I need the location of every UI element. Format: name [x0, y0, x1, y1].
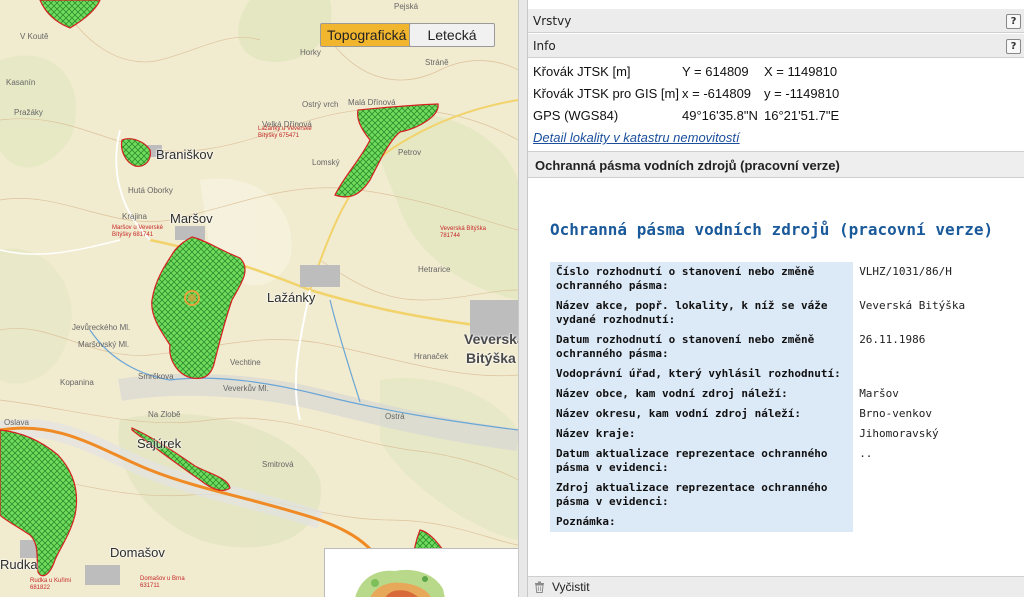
place-label: Rudka [0, 557, 38, 572]
help-icon[interactable]: ? [1006, 14, 1021, 29]
coord-value-a: Y = 614809 [682, 64, 749, 79]
place-label: Domašov [110, 545, 165, 560]
place-label: Vechtine [230, 358, 261, 367]
cadastre-label: Domašov u Brna 631711 [140, 576, 185, 589]
attribute-value: .. [859, 447, 873, 460]
overview-map-image [355, 570, 445, 597]
place-label: Krajina [122, 212, 147, 221]
place-label: Veverská [464, 331, 518, 347]
coord-label: Křovák JTSK pro GIS [m] [533, 86, 679, 101]
place-label: Ostrá [385, 412, 405, 421]
attribute-value: Jihomoravský [859, 427, 939, 440]
place-label: Kopanina [60, 378, 94, 387]
place-label: Hetrarice [418, 265, 451, 274]
place-label: Horky [300, 48, 321, 57]
attribute-value: 26.11.1986 [859, 333, 926, 346]
section-header[interactable]: Ochranná pásma vodních zdrojů (pracovní … [528, 151, 1024, 178]
attribute-key: Datum aktualizace reprezentace ochrannéh… [550, 444, 854, 478]
place-label: Smrčkova [138, 372, 174, 381]
attribute-row: Název obce, kam vodní zdroj náleží: Maršo… [550, 384, 1024, 404]
attribute-key: Název akce, popř. lokality, k níž se váž… [550, 296, 854, 330]
layers-header[interactable]: Vrstvy ? [528, 9, 1024, 33]
attribute-value: VLHZ/1031/86/H [859, 265, 952, 278]
place-label: Hranaček [414, 352, 449, 361]
place-label: Hutá Oborky [128, 186, 173, 195]
attribute-row: Vodoprávní úřad, který vyhlásil rozhodnu… [550, 364, 1024, 384]
place-label: Stráně [425, 58, 449, 67]
coord-value-a: x = -614809 [682, 86, 752, 101]
place-label: Bitýška [466, 350, 516, 366]
tab-aerial[interactable]: Letecká [409, 23, 495, 47]
clear-button-label: Vyčistit [552, 580, 590, 594]
attribute-value: Veverská Bitýška [859, 299, 966, 312]
attribute-row: Název kraje: Jihomoravský [550, 424, 1024, 444]
place-label: Ostrý vrch [302, 100, 339, 109]
coord-label: Křovák JTSK [m] [533, 64, 631, 79]
attribute-table: Číslo rozhodnutí o stanovení nebo změně … [550, 262, 1024, 532]
place-label: Maršovský Ml. [78, 340, 130, 349]
place-label: Lomský [312, 158, 340, 167]
attribute-key: Název obce, kam vodní zdroj náleží: [550, 384, 854, 404]
attribute-row: Datum rozhodnutí o stanovení nebo změně … [550, 330, 1024, 364]
attribute-row: Poznámka: [550, 512, 1024, 532]
panel-splitter[interactable] [518, 0, 528, 597]
attribute-key: Poznámka: [550, 512, 854, 532]
place-label: Lažánky [267, 290, 316, 305]
place-label: Na Zlobě [148, 410, 181, 419]
overview-map[interactable] [324, 548, 518, 597]
info-title: Ochranná pásma vodních zdrojů (pracovní … [550, 220, 994, 239]
place-label: Sajúrek [137, 436, 182, 451]
attribute-value [853, 478, 1024, 512]
place-label: Veverkův Ml. [223, 384, 269, 393]
place-label: V Koutě [20, 32, 49, 41]
attribute-row: Datum aktualizace reprezentace ochrannéh… [550, 444, 1024, 478]
cadastre-label: Maršov u Veverské Bítýšky 681741 [112, 225, 164, 238]
coord-value-a: 49°16'35.8"N [682, 108, 758, 123]
coord-value-b: 16°21'51.7"E [764, 108, 840, 123]
place-label: Pejská [394, 2, 419, 11]
cadastre-detail-link[interactable]: Detail lokality v katastru nemovitostí [533, 130, 740, 145]
place-label: Kasanín [6, 78, 36, 87]
info-header-label: Info [533, 39, 556, 53]
place-label: Oslava [4, 418, 29, 427]
map-view[interactable]: Braniškov Maršov Lažánky Veverská Bitýšk… [0, 0, 518, 597]
cadastre-label: Lažánky u Veverské Bítýšky 675471 [258, 126, 312, 139]
place-label: Maršov [170, 211, 213, 226]
place-label: Petrov [398, 148, 422, 157]
place-label: Pražáky [14, 108, 43, 117]
clear-button[interactable]: Vyčistit [528, 576, 1024, 597]
attribute-key: Název okresu, kam vodní zdroj náleží: [550, 404, 854, 424]
info-header[interactable]: Info ? [528, 34, 1024, 58]
attribute-row: Název okresu, kam vodní zdroj náleží: Brn… [550, 404, 1024, 424]
side-panel: Vrstvy ? Info ? Křovák JTSK [m] Y = 6148… [528, 0, 1024, 597]
coord-value-b: y = -1149810 [764, 86, 840, 101]
attribute-value: Maršov [859, 387, 899, 400]
attribute-key: Název kraje: [550, 424, 854, 444]
attribute-key: Datum rozhodnutí o stanovení nebo změně … [550, 330, 854, 364]
help-icon[interactable]: ? [1006, 39, 1021, 54]
attribute-row: Zdroj aktualizace reprezentace ochrannéh… [550, 478, 1024, 512]
cadastre-label: Rudka u Kuřimi 681822 [30, 578, 72, 591]
attribute-row: Název akce, popř. lokality, k níž se váž… [550, 296, 1024, 330]
attribute-key: Vodoprávní úřad, který vyhlásil rozhodnu… [550, 364, 854, 384]
place-label: Malá Dřínová [348, 98, 396, 107]
layers-header-label: Vrstvy [533, 14, 572, 28]
attribute-row: Číslo rozhodnutí o stanovení nebo změně … [550, 262, 1024, 296]
place-label: Jevůreckého Ml. [72, 323, 131, 332]
place-label: Smitrová [262, 460, 294, 469]
place-label: Braniškov [156, 147, 214, 162]
attribute-value: Brno-venkov [859, 407, 933, 420]
attribute-key: Číslo rozhodnutí o stanovení nebo změně … [550, 262, 854, 296]
tab-topographic[interactable]: Topografická [320, 23, 414, 47]
attribute-key: Zdroj aktualizace reprezentace ochrannéh… [550, 478, 854, 512]
trash-icon [535, 581, 544, 593]
attribute-value [853, 364, 1024, 384]
coord-label: GPS (WGS84) [533, 108, 619, 123]
map-canvas[interactable] [0, 0, 518, 597]
cadastre-label: Veverská Bítýška 781744 [440, 226, 487, 239]
coord-value-b: X = 1149810 [764, 64, 838, 79]
attribute-value [853, 512, 1024, 532]
